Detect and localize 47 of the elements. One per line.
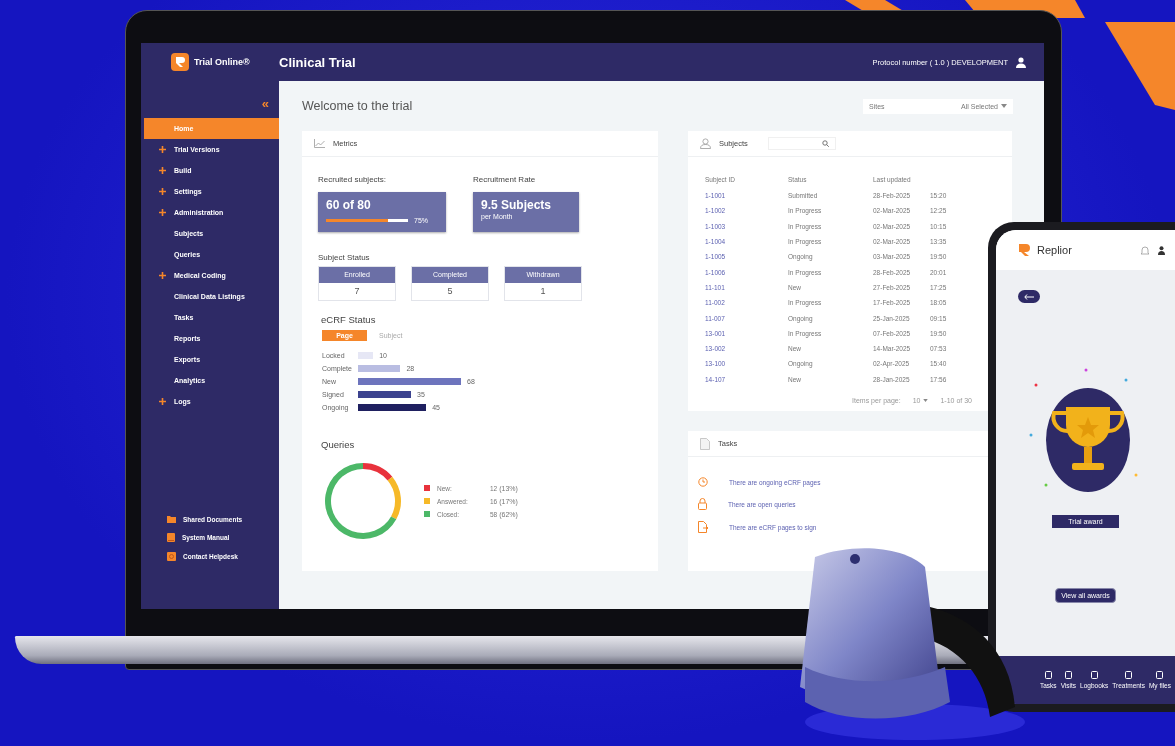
line-chart-icon — [314, 139, 325, 148]
search-icon — [821, 140, 829, 147]
bar — [358, 365, 401, 372]
section-title: Queries — [320, 439, 356, 450]
brand-name: Replior — [1037, 244, 1073, 256]
status-value: 7 — [353, 285, 361, 298]
nav-icon — [1064, 671, 1072, 679]
caret-icon — [923, 398, 929, 402]
bar — [358, 391, 411, 398]
kpi-label: Recruited subjects: — [318, 175, 388, 184]
plus-icon — [159, 272, 166, 279]
plus-icon — [159, 146, 166, 153]
user-icon[interactable] — [1016, 56, 1026, 68]
section-title: Subject Status — [317, 253, 371, 262]
bar — [358, 404, 427, 411]
back-arrow-icon — [1024, 293, 1034, 300]
plus-icon — [159, 398, 166, 405]
book-icon — [167, 533, 175, 542]
help-icon — [167, 552, 176, 561]
collapse-button[interactable]: « — [261, 97, 269, 110]
kpi-label: Recruitment Rate — [473, 175, 537, 184]
brand-name: Trial Online® — [194, 57, 250, 67]
nav-icon — [1044, 671, 1052, 679]
page-title: Welcome to the trial — [302, 99, 413, 113]
section-title: eCRF Status — [320, 314, 377, 325]
logo-icon — [1018, 243, 1032, 257]
user-icon[interactable] — [1158, 245, 1165, 255]
back-button[interactable] — [1018, 290, 1040, 303]
clock-icon — [698, 477, 708, 487]
logo-icon — [171, 53, 189, 71]
nav-icon — [1090, 671, 1098, 679]
document-icon — [698, 521, 708, 533]
nav-icon — [1125, 671, 1133, 679]
plus-icon — [159, 188, 166, 195]
lock-icon — [698, 498, 707, 510]
status-value: 1 — [539, 285, 547, 298]
plus-icon — [159, 209, 166, 216]
app-title: Clinical Trial — [279, 54, 357, 70]
nav-icon — [1156, 671, 1164, 679]
bar — [358, 352, 374, 359]
user-icon — [700, 138, 711, 149]
document-icon — [700, 437, 710, 450]
status-value: 5 — [446, 285, 454, 298]
caret-icon — [1001, 104, 1007, 108]
search-field[interactable] — [767, 137, 836, 150]
plus-icon — [159, 167, 166, 174]
folder-icon — [167, 515, 176, 523]
